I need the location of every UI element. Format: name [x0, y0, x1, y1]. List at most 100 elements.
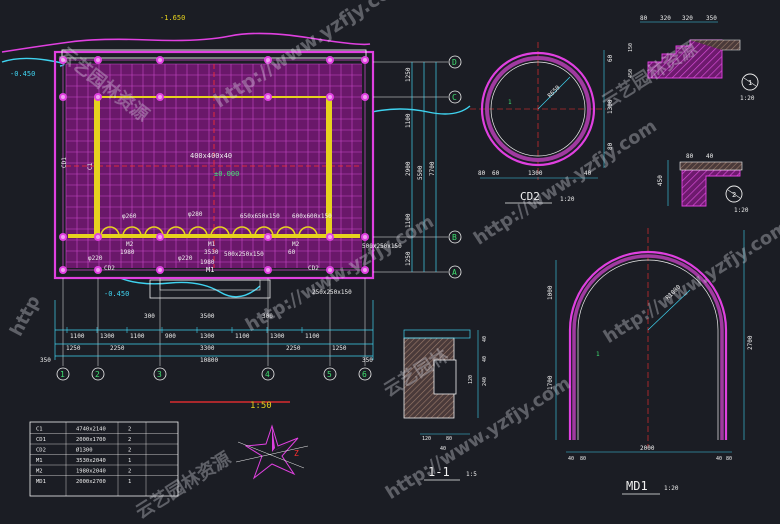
dim-misc: 3500 [200, 313, 215, 320]
stair-dim: 350 [706, 15, 717, 22]
axis-number: 5 [327, 370, 332, 379]
door-window-schedule: C1 4740x2140 2 CD1 2000x1700 2 CD2 Ø1300 2 M1 3530… [29, 421, 179, 497]
md1-dim: 80 [726, 456, 732, 462]
window-label: M1 [206, 266, 214, 274]
schedule-size: 3530x2040 [76, 458, 106, 464]
dim-text: 1250 [405, 251, 412, 266]
section-1-1: 40 40 240 120 120 80 40 1-1 1:5 [403, 329, 488, 481]
schedule-code: MD1 [36, 479, 46, 485]
dim-text: 3300 [200, 345, 215, 352]
elevation-bottom: -0.450 [104, 290, 129, 298]
section-dim: 40 [440, 446, 446, 452]
dim-text: 1300 [200, 333, 215, 340]
dim-text: 1100 [70, 333, 85, 340]
dim-text: 2900 [405, 161, 412, 176]
axis-number: 1 [60, 370, 65, 379]
md1-dim: 1700 [547, 375, 554, 390]
axis-number: 6 [362, 370, 367, 379]
cd2-title: CD2 [520, 190, 540, 203]
schedule-count: 2 [128, 437, 131, 443]
dim-text: 1100 [405, 113, 412, 128]
tile-label: 650x650x150 [240, 213, 280, 220]
stair-dim: 80 [640, 15, 648, 22]
sill-detail: 450 80 40 2 1:20 [657, 153, 749, 214]
stair-dim: 320 [660, 15, 671, 22]
cd2-dim: 60 [492, 170, 500, 177]
sill-dim: 40 [706, 153, 714, 160]
dim-misc: 350 [362, 357, 373, 364]
md1-dim: 2700 [747, 335, 754, 350]
bottom-dimensions: 1100 1300 1100 900 1300 1100 1300 1100 1250 2250 3… [66, 327, 347, 352]
md1-section-mark: 1 [596, 351, 600, 358]
floor-label: 400x400x40 [190, 152, 232, 160]
window-label: C1 [87, 162, 94, 170]
section-dim: 40 [482, 336, 488, 342]
md1-dim: 2000 [640, 445, 655, 452]
dim-text: 900 [165, 333, 176, 340]
section-dim: 120 [468, 375, 474, 384]
stair-dim: 450 [628, 69, 634, 78]
axis-letter: C [452, 93, 457, 102]
dim-text: 2250 [110, 345, 125, 352]
terrain-line-3 [371, 105, 471, 115]
cd2-detail: R650 CD2 1:20 1300 80 60 40 1300 60 80 1 [470, 42, 614, 204]
stair-dim: 150 [628, 43, 634, 52]
sill-hatch [681, 169, 741, 207]
compass-star: Z [235, 424, 309, 480]
pipe-label: φ220 [88, 255, 103, 262]
schedule-size: 2000x1700 [76, 437, 106, 443]
cd2-dim: 40 [584, 170, 592, 177]
cd2-section-mark: 1 [508, 99, 512, 106]
dim-misc: 300 [262, 313, 273, 320]
md1-dim: 40 [716, 456, 722, 462]
section-dim: 120 [422, 436, 431, 442]
plan-scale: 1:50 [250, 401, 272, 411]
dim-text: 1300 [100, 333, 115, 340]
stair-detail: 80 320 320 350 150 450 1 1:20 [628, 15, 759, 102]
md1-dim: 1000 [547, 285, 554, 300]
entrance-step-inner [159, 279, 261, 291]
terrain-line-4 [119, 277, 261, 298]
schedule-count: 2 [128, 427, 131, 433]
terrain-line [1, 32, 371, 53]
sill-dim: 450 [657, 175, 664, 186]
schedule-count: 2 [128, 469, 131, 475]
bubble-scale: 1:20 [740, 95, 755, 102]
md1-detail: R1000 1000 1700 2700 2000 40 80 40 80 1 … [547, 228, 754, 495]
axis-number: 2 [95, 370, 100, 379]
beam-left [94, 97, 100, 237]
cad-drawing-canvas: DCBA 123456 -1.650 -0.450 -0.450 ±0.000 … [1, 14, 759, 497]
window-label: CD1 [61, 157, 68, 168]
dim-text: 1100 [305, 333, 320, 340]
dim-text: 1300 [270, 333, 285, 340]
bubble-number: 2 [732, 191, 736, 199]
schedule-count: 2 [128, 448, 131, 454]
pipe-label: φ260 [122, 213, 137, 220]
dim-misc: 1980 [120, 249, 135, 256]
schedule-code: CD2 [36, 448, 46, 454]
axis-letter: A [452, 268, 457, 277]
md1-radius: R1000 [664, 283, 682, 301]
md1-dim: 40 [568, 456, 574, 462]
section-dim: 80 [446, 436, 452, 442]
schedule-size: 4740x2140 [76, 427, 106, 433]
dim-text: 1100 [130, 333, 145, 340]
window-label: M2 [292, 241, 300, 248]
dim-text: 7700 [429, 161, 436, 176]
elevation-left: -0.450 [10, 70, 35, 78]
dim-misc: 1980 [200, 259, 215, 266]
schedule-size: 2000x2700 [76, 479, 106, 485]
dim-misc: 300 [144, 313, 155, 320]
section-dim: 40 [482, 356, 488, 362]
sill-dim: 80 [686, 153, 694, 160]
cd2-scale: 1:20 [560, 196, 575, 203]
floor-plan: DCBA 123456 -1.650 -0.450 -0.450 ±0.000 … [1, 14, 471, 411]
dim-text: 1250 [405, 67, 412, 82]
bubble-number: 1 [748, 79, 752, 87]
dims-total-bottom: 10800 [200, 357, 218, 364]
dim-text: 1100 [405, 213, 412, 228]
schedule-size: 1980x2040 [76, 469, 106, 475]
axis-number: 3 [157, 370, 162, 379]
pipe-label: φ280 [188, 211, 203, 218]
tile-label: 500x250x150 [362, 243, 402, 250]
